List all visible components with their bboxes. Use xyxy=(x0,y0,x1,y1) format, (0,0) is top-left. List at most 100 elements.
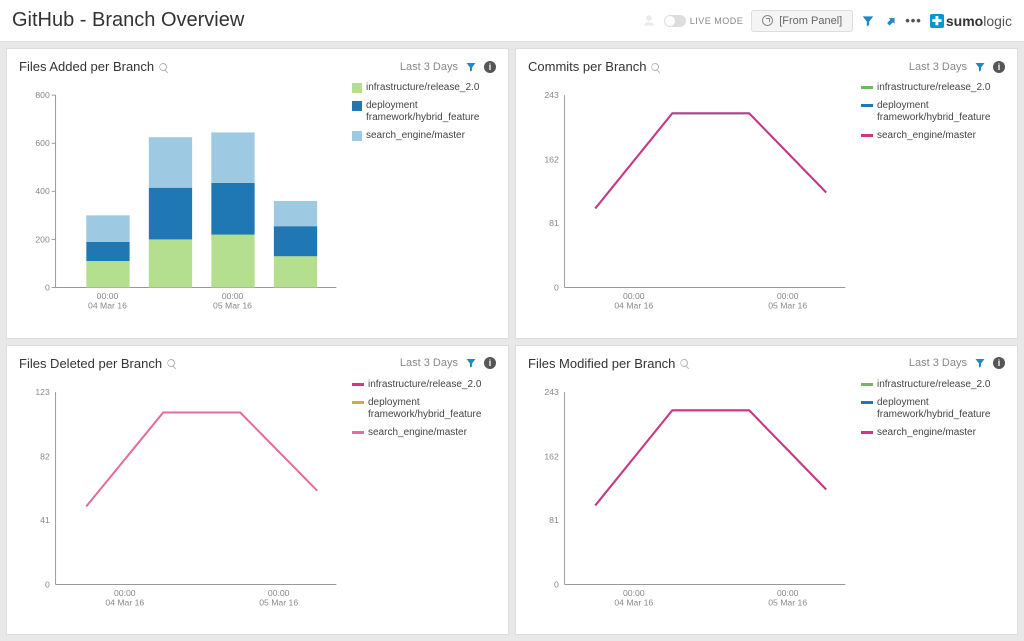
legend-item[interactable]: search_engine/master xyxy=(352,427,496,439)
header-controls: LIVE MODE [From Panel] ••• ✚ sumologic xyxy=(642,10,1012,32)
svg-text:0: 0 xyxy=(45,282,50,292)
legend-item[interactable]: search_engine/master xyxy=(861,427,1005,439)
swatch-icon xyxy=(861,104,873,107)
svg-text:00:00: 00:00 xyxy=(623,588,645,598)
legend-item[interactable]: search_engine/master xyxy=(861,130,1005,142)
svg-text:162: 162 xyxy=(544,154,559,164)
filter-icon[interactable] xyxy=(973,60,987,74)
swatch-icon xyxy=(861,401,873,404)
line-chart: 0 41 82 123 00:00 04 Mar 16 00:00 05 Mar… xyxy=(19,375,346,631)
magnify-icon[interactable] xyxy=(650,61,662,73)
svg-text:00:00: 00:00 xyxy=(777,291,799,301)
page-title: GitHub - Branch Overview xyxy=(12,9,642,32)
svg-text:200: 200 xyxy=(35,234,50,244)
swatch-icon xyxy=(352,383,364,386)
live-mode-label: LIVE MODE xyxy=(690,16,744,26)
filter-icon[interactable] xyxy=(464,356,478,370)
swatch-icon xyxy=(861,383,873,386)
time-range-button[interactable]: [From Panel] xyxy=(751,10,853,32)
svg-text:41: 41 xyxy=(40,514,50,524)
svg-text:00:00: 00:00 xyxy=(777,588,799,598)
svg-text:00:00: 00:00 xyxy=(623,291,645,301)
dashboard-grid: Files Added per Branch Last 3 Days i xyxy=(0,42,1024,641)
panel-files-modified: Files Modified per Branch Last 3 Days i … xyxy=(515,345,1018,636)
legend-item[interactable]: deployment framework/hybrid_feature xyxy=(352,397,496,421)
svg-text:243: 243 xyxy=(544,387,559,397)
svg-text:800: 800 xyxy=(35,90,50,100)
svg-text:82: 82 xyxy=(40,451,50,461)
line-chart: 0 81 162 243 00:00 04 Mar 16 00:00 05 Ma… xyxy=(528,375,855,631)
legend-item[interactable]: search_engine/master xyxy=(352,130,496,142)
legend-item[interactable]: infrastructure/release_2.0 xyxy=(352,379,496,391)
magnify-icon[interactable] xyxy=(166,357,178,369)
svg-text:05 Mar 16: 05 Mar 16 xyxy=(213,301,252,311)
svg-text:04 Mar 16: 04 Mar 16 xyxy=(614,301,653,311)
info-icon[interactable]: i xyxy=(484,357,496,369)
magnify-icon[interactable] xyxy=(158,61,170,73)
panel-title: Files Deleted per Branch xyxy=(19,356,162,371)
swatch-icon xyxy=(352,83,362,93)
sumologic-logo: ✚ sumologic xyxy=(930,13,1012,29)
more-menu-icon[interactable]: ••• xyxy=(905,13,922,28)
legend-item[interactable]: deployment framework/hybrid_feature xyxy=(352,100,496,124)
panel-meta: Last 3 Days i xyxy=(909,60,1005,74)
panel-body: 0 41 82 123 00:00 04 Mar 16 00:00 05 Mar… xyxy=(19,375,496,631)
panel-body: 0 81 162 243 00:00 04 Mar 16 00:00 05 Ma… xyxy=(528,78,1005,334)
svg-text:05 Mar 16: 05 Mar 16 xyxy=(768,301,807,311)
svg-text:400: 400 xyxy=(35,186,50,196)
svg-text:0: 0 xyxy=(554,282,559,292)
svg-text:00:00: 00:00 xyxy=(97,291,119,301)
panel-meta: Last 3 Days i xyxy=(400,356,496,370)
logo-mark-icon: ✚ xyxy=(930,14,944,28)
panel-files-added: Files Added per Branch Last 3 Days i xyxy=(6,48,509,339)
line-chart: 0 81 162 243 00:00 04 Mar 16 00:00 05 Ma… xyxy=(528,78,855,334)
svg-text:600: 600 xyxy=(35,138,50,148)
swatch-icon xyxy=(861,134,873,137)
magnify-icon[interactable] xyxy=(679,357,691,369)
panel-header: Commits per Branch Last 3 Days i xyxy=(528,59,1005,74)
panel-body: 0 200 400 600 800 xyxy=(19,78,496,334)
chart-legend: infrastructure/release_2.0 deployment fr… xyxy=(346,375,496,631)
chart-legend: infrastructure/release_2.0 deployment fr… xyxy=(346,78,496,334)
user-icon xyxy=(642,14,656,28)
y-axis-ticks: 0 200 400 600 800 xyxy=(35,90,55,292)
legend-item[interactable]: infrastructure/release_2.0 xyxy=(861,379,1005,391)
svg-text:05 Mar 16: 05 Mar 16 xyxy=(768,597,807,607)
panel-header: Files Modified per Branch Last 3 Days i xyxy=(528,356,1005,371)
legend-item[interactable]: infrastructure/release_2.0 xyxy=(861,82,1005,94)
page-header: GitHub - Branch Overview LIVE MODE [From… xyxy=(0,0,1024,42)
swatch-icon xyxy=(861,86,873,89)
time-range-label: Last 3 Days xyxy=(909,61,967,73)
swatch-icon xyxy=(352,401,364,404)
live-mode-toggle[interactable]: LIVE MODE xyxy=(664,15,744,27)
time-range-label: Last 3 Days xyxy=(400,357,458,369)
svg-text:04 Mar 16: 04 Mar 16 xyxy=(88,301,127,311)
swatch-icon xyxy=(352,431,364,434)
info-icon[interactable]: i xyxy=(993,61,1005,73)
svg-text:04 Mar 16: 04 Mar 16 xyxy=(105,597,144,607)
filter-icon[interactable] xyxy=(464,60,478,74)
svg-text:81: 81 xyxy=(549,514,559,524)
svg-text:0: 0 xyxy=(554,579,559,589)
info-icon[interactable]: i xyxy=(484,61,496,73)
legend-item[interactable]: deployment framework/hybrid_feature xyxy=(861,397,1005,421)
filter-icon[interactable] xyxy=(861,14,875,28)
svg-text:162: 162 xyxy=(544,451,559,461)
swatch-icon xyxy=(861,431,873,434)
svg-text:00:00: 00:00 xyxy=(114,588,136,598)
panel-files-deleted: Files Deleted per Branch Last 3 Days i 0… xyxy=(6,345,509,636)
chart-legend: infrastructure/release_2.0 deployment fr… xyxy=(855,375,1005,631)
panel-title: Commits per Branch xyxy=(528,59,646,74)
share-icon[interactable] xyxy=(883,14,897,28)
legend-item[interactable]: infrastructure/release_2.0 xyxy=(352,82,496,94)
panel-meta: Last 3 Days i xyxy=(909,356,1005,370)
time-range-label: Last 3 Days xyxy=(400,61,458,73)
panel-header: Files Added per Branch Last 3 Days i xyxy=(19,59,496,74)
toggle-switch[interactable] xyxy=(664,15,686,27)
svg-text:243: 243 xyxy=(544,90,559,100)
filter-icon[interactable] xyxy=(973,356,987,370)
legend-item[interactable]: deployment framework/hybrid_feature xyxy=(861,100,1005,124)
info-icon[interactable]: i xyxy=(993,357,1005,369)
panel-body: 0 81 162 243 00:00 04 Mar 16 00:00 05 Ma… xyxy=(528,375,1005,631)
panel-header: Files Deleted per Branch Last 3 Days i xyxy=(19,356,496,371)
